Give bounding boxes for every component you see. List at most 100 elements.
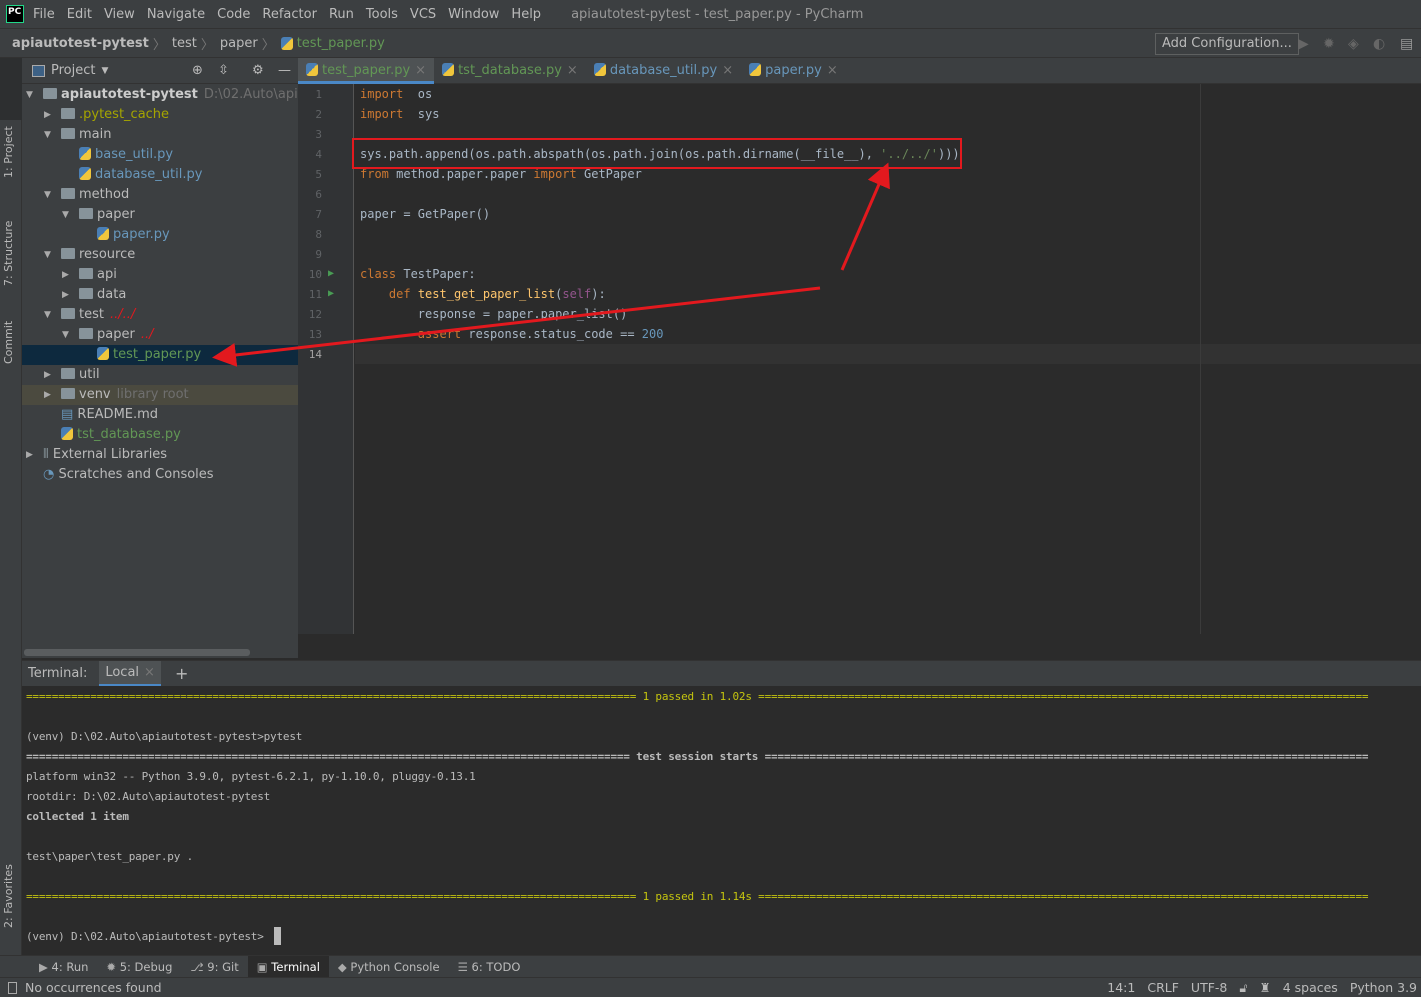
collapsed-arrow-icon[interactable]: ▶ xyxy=(62,265,69,285)
menu-file[interactable]: File xyxy=(33,7,55,22)
collapsed-arrow-icon[interactable]: ▶ xyxy=(44,365,51,385)
expanded-arrow-icon[interactable]: ▼ xyxy=(44,125,51,145)
tree-item-label: Scratches and Consoles xyxy=(58,467,214,482)
breadcrumb-paper[interactable]: paper xyxy=(220,36,258,51)
file-encoding[interactable]: UTF-8 xyxy=(1191,980,1227,995)
close-icon[interactable]: × xyxy=(722,63,733,78)
close-icon[interactable]: × xyxy=(827,63,838,78)
line-separator[interactable]: CRLF xyxy=(1147,980,1179,995)
tree-item[interactable]: ▶ venv library root xyxy=(22,385,298,405)
tool-tab-5-debug[interactable]: ✹ 5: Debug xyxy=(97,956,181,978)
expanded-arrow-icon[interactable]: ▼ xyxy=(44,185,51,205)
tree-item[interactable]: paper.py xyxy=(22,225,298,245)
run-test-icon[interactable]: ▶ xyxy=(328,268,334,279)
close-icon[interactable]: × xyxy=(415,63,426,78)
run-test-icon[interactable]: ▶ xyxy=(328,288,334,299)
commit-tool-tab[interactable]: Commit xyxy=(2,321,15,364)
tool-tab-6-todo[interactable]: ☰ 6: TODO xyxy=(449,956,530,978)
tree-item[interactable]: ▶ data xyxy=(22,285,298,305)
menu-code[interactable]: Code xyxy=(217,7,250,22)
tree-item[interactable]: ▼ method xyxy=(22,185,298,205)
project-tool-tab[interactable]: 1: Project xyxy=(2,126,15,178)
editor-tab-test_paper-py[interactable]: test_paper.py × xyxy=(298,58,435,84)
code-editor[interactable]: 1 2 3 4 5 6 7 8 9 10 ▶ 11 ▶ 12 13 14 import os import sy… xyxy=(298,84,1421,634)
collapsed-arrow-icon[interactable]: ▶ xyxy=(44,385,51,405)
breadcrumb-file[interactable]: test_paper.py xyxy=(297,36,385,51)
menu-edit[interactable]: Edit xyxy=(67,7,92,22)
tree-item[interactable]: test_paper.py xyxy=(22,345,298,365)
inspector-icon[interactable]: ♜ xyxy=(1259,980,1270,995)
tree-horizontal-scrollbar[interactable] xyxy=(24,649,250,656)
tree-item-label: api xyxy=(97,267,117,282)
collapsed-arrow-icon[interactable]: ▶ xyxy=(26,445,33,465)
tree-item[interactable]: ▼ paper ../ xyxy=(22,325,298,345)
tree-item[interactable]: database_util.py xyxy=(22,165,298,185)
run-icon[interactable]: ▶ xyxy=(1298,36,1309,52)
tree-item-label: README.md xyxy=(77,407,159,422)
folder-icon xyxy=(61,388,75,399)
python-interpreter[interactable]: Python 3.9 xyxy=(1350,980,1417,995)
expanded-arrow-icon[interactable]: ▼ xyxy=(44,305,51,325)
tree-item[interactable]: base_util.py xyxy=(22,145,298,165)
tree-item[interactable]: ▼ main xyxy=(22,125,298,145)
tree-item[interactable]: ▶ .pytest_cache xyxy=(22,105,298,125)
tree-item[interactable]: ◔ Scratches and Consoles xyxy=(22,465,298,485)
editor-tab-paper-py[interactable]: paper.py × xyxy=(741,58,846,84)
breadcrumb-test[interactable]: test xyxy=(172,36,197,51)
tree-item[interactable]: ▼ resource xyxy=(22,245,298,265)
terminal-tab-local[interactable]: Local × xyxy=(99,660,161,687)
profile-icon[interactable]: ◐ xyxy=(1373,36,1385,52)
tree-item[interactable]: ▼ test ../../ xyxy=(22,305,298,325)
chevron-down-icon[interactable]: ▼ xyxy=(101,66,108,76)
tree-item[interactable]: ▶ util xyxy=(22,365,298,385)
tree-item[interactable]: ▶ ⦀ External Libraries xyxy=(22,445,298,465)
structure-tool-tab[interactable]: 7: Structure xyxy=(2,221,15,286)
caret-position[interactable]: 14:1 xyxy=(1107,980,1135,995)
tool-tab-terminal[interactable]: ▣ Terminal xyxy=(247,955,329,978)
lock-icon[interactable]: 🔓︎ xyxy=(1239,980,1247,996)
menu-help[interactable]: Help xyxy=(511,7,541,22)
breadcrumb-project[interactable]: apiautotest-pytest xyxy=(12,36,149,51)
menu-tools[interactable]: Tools xyxy=(366,7,398,22)
collapse-all-icon[interactable]: ⇳ xyxy=(218,63,229,78)
gear-icon[interactable]: ⚙ xyxy=(252,63,264,78)
tree-item[interactable]: ▼ paper xyxy=(22,205,298,225)
tool-tab-4-run[interactable]: ▶ 4: Run xyxy=(30,956,97,978)
editor-tab-database_util-py[interactable]: database_util.py × xyxy=(586,58,741,84)
tool-tab-label: Python Console xyxy=(350,959,440,974)
minimize-icon[interactable]: — xyxy=(278,63,291,78)
project-view-selector[interactable]: Project xyxy=(51,63,95,78)
expanded-arrow-icon[interactable]: ▼ xyxy=(62,325,69,345)
tree-item[interactable]: ▼ apiautotest-pytest D:\02.Auto\apiautotes… xyxy=(22,85,298,105)
menu-navigate[interactable]: Navigate xyxy=(147,7,205,22)
menu-refactor[interactable]: Refactor xyxy=(262,7,317,22)
menu-vcs[interactable]: VCS xyxy=(410,7,436,22)
terminal-output[interactable]: ========================================… xyxy=(22,686,1421,955)
add-configuration-button[interactable]: Add Configuration... xyxy=(1155,33,1299,55)
toggle-tool-windows-icon[interactable] xyxy=(8,981,17,994)
close-icon[interactable]: × xyxy=(567,63,578,78)
editor-tab-tst_database-py[interactable]: tst_database.py × xyxy=(434,58,586,84)
tool-tab-python-console[interactable]: ◆ Python Console xyxy=(329,956,449,978)
collapsed-arrow-icon[interactable]: ▶ xyxy=(62,285,69,305)
indent-setting[interactable]: 4 spaces xyxy=(1283,980,1338,995)
stop-icon[interactable]: ▤ xyxy=(1400,36,1413,52)
new-terminal-plus-icon[interactable]: + xyxy=(175,664,188,683)
line-number: 13 xyxy=(308,328,322,341)
favorites-tool-tab[interactable]: 2: Favorites xyxy=(2,864,15,928)
menu-run[interactable]: Run xyxy=(329,7,354,22)
tool-tab-9-git[interactable]: ⎇ 9: Git xyxy=(181,956,247,978)
code-line: class TestPaper: xyxy=(360,264,476,284)
expanded-arrow-icon[interactable]: ▼ xyxy=(44,245,51,265)
expanded-arrow-icon[interactable]: ▼ xyxy=(26,85,33,105)
tree-item[interactable]: ▶ api xyxy=(22,265,298,285)
debug-icon[interactable]: ✹ xyxy=(1323,36,1335,52)
collapsed-arrow-icon[interactable]: ▶ xyxy=(44,105,51,125)
tree-item[interactable]: tst_database.py xyxy=(22,425,298,445)
coverage-icon[interactable]: ◈ xyxy=(1348,36,1359,52)
menu-view[interactable]: View xyxy=(104,7,135,22)
locate-icon[interactable]: ⊕ xyxy=(192,63,203,78)
expanded-arrow-icon[interactable]: ▼ xyxy=(62,205,69,225)
tree-item[interactable]: ▤ README.md xyxy=(22,405,298,425)
menu-window[interactable]: Window xyxy=(448,7,499,22)
